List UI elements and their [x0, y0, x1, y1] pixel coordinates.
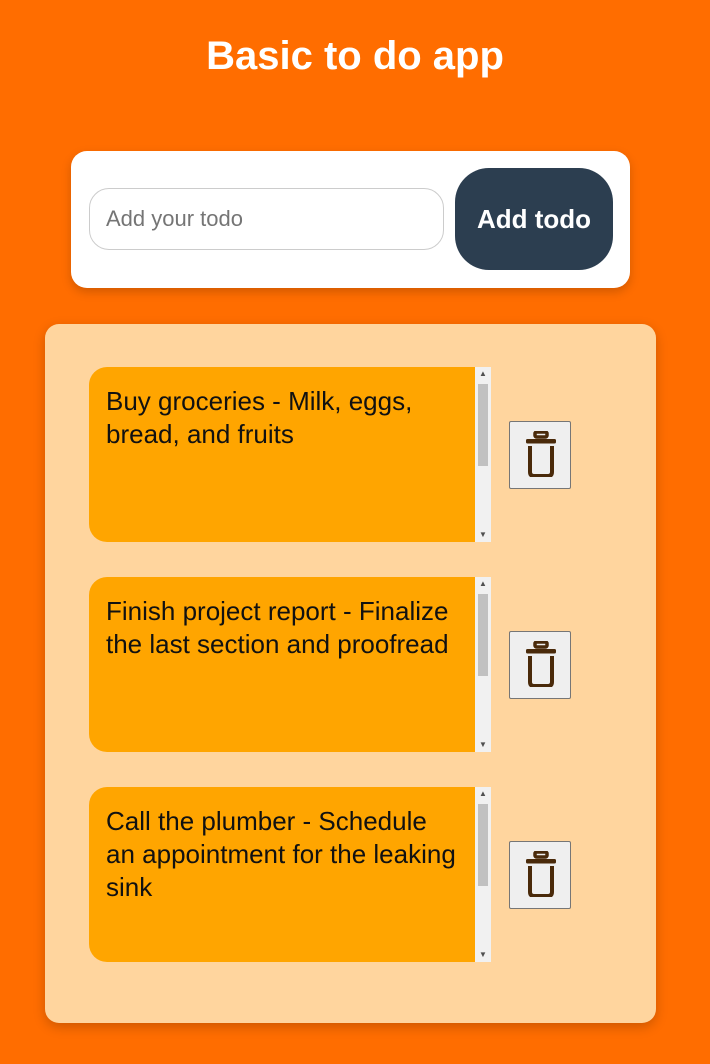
todo-text[interactable]: Buy groceries - Milk, eggs, bread, and f… — [89, 367, 475, 542]
delete-todo-button[interactable] — [509, 421, 571, 489]
todo-input[interactable] — [89, 188, 444, 250]
todo-item: Finish project report - Finalize the las… — [89, 577, 491, 752]
delete-todo-button[interactable] — [509, 631, 571, 699]
scroll-thumb[interactable] — [478, 804, 488, 886]
scroll-down-arrow-icon[interactable]: ▼ — [475, 948, 491, 962]
todo-item: Buy groceries - Milk, eggs, bread, and f… — [89, 367, 491, 542]
scroll-up-arrow-icon[interactable]: ▲ — [475, 367, 491, 381]
scrollbar[interactable]: ▲ ▼ — [475, 367, 491, 542]
todo-item: Call the plumber - Schedule an appointme… — [89, 787, 491, 962]
scroll-up-arrow-icon[interactable]: ▲ — [475, 577, 491, 591]
scroll-down-arrow-icon[interactable]: ▼ — [475, 738, 491, 752]
todo-text[interactable]: Finish project report - Finalize the las… — [89, 577, 475, 752]
scroll-thumb[interactable] — [478, 594, 488, 676]
scrollbar[interactable]: ▲ ▼ — [475, 577, 491, 752]
page-title: Basic to do app — [206, 34, 504, 78]
scroll-thumb[interactable] — [478, 384, 488, 466]
delete-todo-button[interactable] — [509, 841, 571, 909]
add-todo-form: Add todo — [71, 151, 630, 288]
scroll-down-arrow-icon[interactable]: ▼ — [475, 528, 491, 542]
trash-icon — [526, 851, 556, 897]
scrollbar[interactable]: ▲ ▼ — [475, 787, 491, 962]
todo-list: Buy groceries - Milk, eggs, bread, and f… — [45, 324, 656, 1023]
trash-icon — [526, 431, 556, 477]
trash-icon — [526, 641, 556, 687]
add-todo-button[interactable]: Add todo — [455, 168, 613, 270]
todo-text[interactable]: Call the plumber - Schedule an appointme… — [89, 787, 475, 962]
scroll-up-arrow-icon[interactable]: ▲ — [475, 787, 491, 801]
